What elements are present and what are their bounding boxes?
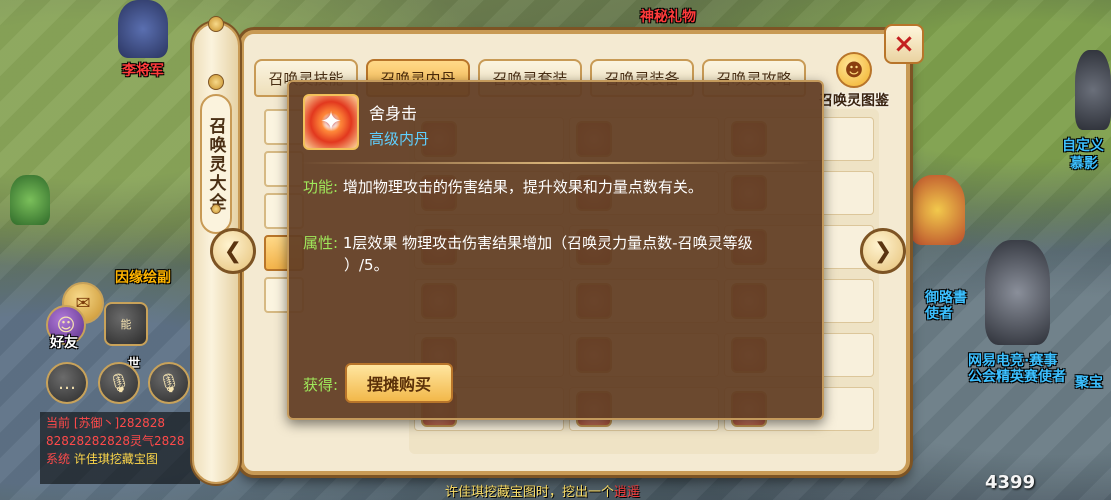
npc-name-label: 因缘绘副 bbox=[115, 270, 171, 286]
npc-sprite[interactable] bbox=[910, 175, 965, 245]
chat-line: 82828282828灵气2828 bbox=[46, 432, 194, 450]
scroll-knob-icon bbox=[211, 204, 221, 214]
item-tooltip: ✦ 舍身击 高级内丹 功能: 增加物理攻击的伤害结果，提升效果和力量点数有关。 … bbox=[287, 80, 824, 420]
function-row: 功能: 增加物理攻击的伤害结果，提升效果和力量点数有关。 bbox=[303, 176, 703, 198]
npc-name-label: 李将军 bbox=[122, 63, 164, 79]
chat-text: 许佳琪挖藏宝图 bbox=[73, 452, 158, 466]
npc-sprite[interactable] bbox=[1075, 50, 1111, 130]
system-broadcast: 许佳琪挖藏宝图时，挖出一个逍遥 bbox=[445, 481, 640, 500]
item-category: 高级内丹 bbox=[369, 130, 430, 148]
npc-name-label: 自定义 bbox=[1062, 138, 1104, 154]
obtain-key: 获得: bbox=[303, 376, 339, 394]
npc-sprite[interactable] bbox=[985, 240, 1050, 345]
chat-bubble-icon[interactable]: … bbox=[46, 362, 88, 404]
chat-text: 82828282828灵气2828 bbox=[46, 434, 185, 448]
attribute-text-line2: ）/5。 bbox=[344, 256, 389, 274]
function-key: 功能: bbox=[303, 178, 339, 196]
npc-name-label: 公会精英赛使者 bbox=[968, 369, 1066, 385]
tooltip-divider bbox=[301, 162, 810, 164]
scroll-knob-icon bbox=[208, 16, 224, 32]
atlas-face-icon: ☻ bbox=[836, 52, 872, 88]
summon-atlas-button[interactable]: ☻ 召唤灵图鉴 bbox=[814, 52, 894, 112]
chat-channel: 当前 bbox=[46, 416, 71, 430]
microphone-icon[interactable]: 🎙 bbox=[148, 362, 190, 404]
npc-sprite[interactable] bbox=[118, 0, 168, 58]
chat-text: [苏御丶]282828 bbox=[73, 416, 166, 430]
friends-label: 好友 bbox=[50, 335, 78, 351]
avatar[interactable]: 能 bbox=[104, 302, 148, 346]
chat-line: 系统 许佳琪挖藏宝图 bbox=[46, 450, 194, 468]
close-button[interactable]: × bbox=[884, 24, 924, 64]
watermark: 4399 bbox=[985, 472, 1036, 493]
system-broadcast-text: 许佳琪挖藏宝图时，挖出一个 bbox=[445, 485, 615, 500]
chat-line: 当前 [苏御丶]282828 bbox=[46, 414, 194, 432]
attribute-text-line1: 1层效果 物理攻击伤害结果增加（召唤灵力量点数-召唤灵等级 bbox=[342, 234, 753, 252]
system-broadcast-item: 逍遥 bbox=[614, 485, 641, 500]
avatar-badge: 能 bbox=[120, 318, 132, 331]
item-name: 舍身击 bbox=[369, 104, 418, 123]
next-page-button[interactable]: ❯ bbox=[860, 228, 906, 274]
npc-name-label: 使者 bbox=[925, 306, 953, 322]
scroll-knob-icon bbox=[208, 74, 224, 90]
chat-box[interactable]: 当前 [苏御丶]282828 82828282828灵气2828 系统 许佳琪挖… bbox=[40, 412, 200, 484]
attribute-row: 属性: 1层效果 物理攻击伤害结果增加（召唤灵力量点数-召唤灵等级 ）/5。 bbox=[303, 232, 753, 276]
previous-page-button[interactable]: ❮ bbox=[210, 228, 256, 274]
chat-channel: 系统 bbox=[46, 452, 71, 466]
npc-name-label: 聚宝 bbox=[1075, 375, 1103, 391]
function-text: 增加物理攻击的伤害结果，提升效果和力量点数有关。 bbox=[342, 178, 703, 196]
stall-buy-button[interactable]: 摆摊购买 bbox=[345, 363, 453, 403]
microphone-icon[interactable]: 🎙 bbox=[98, 362, 140, 404]
npc-name-label: 慕影 bbox=[1070, 156, 1098, 172]
npc-name-label: 神秘礼物 bbox=[640, 9, 696, 25]
atlas-label: 召唤灵图鉴 bbox=[819, 93, 889, 109]
attribute-key: 属性: bbox=[303, 234, 339, 252]
paw-icon: ✦ bbox=[303, 94, 359, 150]
tree-sprite bbox=[10, 175, 50, 225]
